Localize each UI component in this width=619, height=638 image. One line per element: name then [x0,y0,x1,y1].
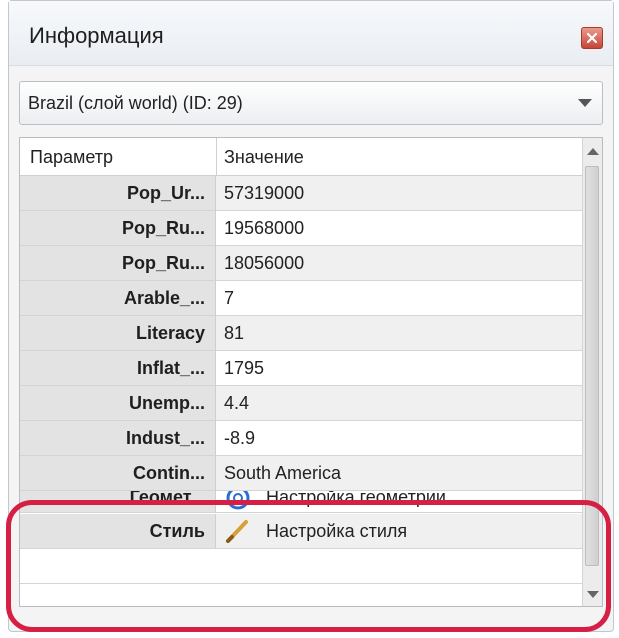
title-bar: Информация [9,1,613,66]
table-row[interactable]: Arable_... 7 [20,281,582,316]
brush-icon[interactable] [224,518,252,544]
param-name: Pop_Ru... [121,218,205,238]
header-divider[interactable] [216,138,217,176]
object-select-dropdown[interactable]: Brazil (слой world) (ID: 29) [19,81,603,125]
table-row[interactable]: Pop_Ur... 57319000 [20,176,582,211]
param-name: Inflat_... [136,358,205,378]
vertical-scrollbar[interactable] [582,138,602,606]
param-value: 7 [224,288,235,308]
param-name: Pop_Ru... [121,253,205,273]
scroll-thumb[interactable] [585,166,599,566]
param-value: 18056000 [224,253,305,273]
chevron-down-icon[interactable] [578,99,592,107]
table-row[interactable]: Contin... South America [20,456,582,491]
param-value: -8.9 [224,428,256,448]
param-name: Стиль [149,521,205,541]
param-value: 81 [224,323,245,343]
param-value: 1795 [224,358,265,378]
param-value: South America [224,463,342,483]
geometry-settings-link[interactable]: Настройка геометрии [266,491,446,508]
param-name: Геомет... [129,491,205,507]
param-name: Contin... [133,463,205,483]
param-name: Pop_Ur... [126,183,205,203]
table-row-style[interactable]: Стиль Настройка стиля [20,514,582,549]
param-value: 4.4 [224,393,250,413]
close-icon [586,32,598,44]
header-parameter[interactable]: Параметр [30,147,113,168]
table-row[interactable]: Literacy 81 [20,316,582,351]
close-button[interactable] [581,27,603,49]
param-name: Unemp... [128,393,205,413]
empty-row [20,549,582,584]
geometry-settings-icon[interactable] [224,491,252,511]
info-window: Информация Brazil (слой world) (ID: 29) … [8,0,614,632]
scroll-down-icon[interactable] [587,591,599,598]
grid-header: Параметр Значение [20,138,582,176]
table-row[interactable]: Inflat_... 1795 [20,351,582,386]
param-value: 57319000 [224,183,305,203]
properties-grid: Параметр Значение Pop_Ur... 57319000 Pop… [19,137,603,607]
table-row[interactable]: Unemp... 4.4 [20,386,582,421]
scroll-up-icon[interactable] [587,148,599,155]
param-value: 19568000 [224,218,305,238]
table-row[interactable]: Pop_Ru... 18056000 [20,246,582,281]
style-settings-link[interactable]: Настройка стиля [266,521,407,542]
param-name: Literacy [135,323,205,343]
window-title: Информация [29,23,164,48]
table-row-geometry[interactable]: Геомет... Настройка геометрии [20,491,582,513]
table-row[interactable]: Pop_Ru... 19568000 [20,211,582,246]
param-name: Indust_... [125,428,205,448]
table-row[interactable]: Indust_... -8.9 [20,421,582,456]
dropdown-selected-value: Brazil (слой world) (ID: 29) [28,93,243,113]
header-value[interactable]: Значение [224,147,304,168]
param-name: Arable_... [123,288,205,308]
